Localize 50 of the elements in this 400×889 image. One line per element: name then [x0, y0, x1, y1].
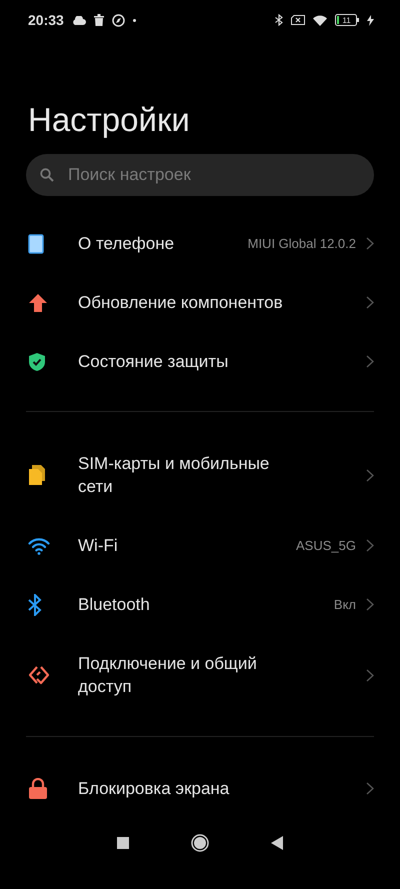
wifi-icon: [313, 14, 327, 26]
charging-icon: [367, 14, 374, 26]
compass-icon: [112, 14, 125, 26]
battery-icon: 11: [335, 14, 359, 26]
up-arrow-icon: [28, 292, 48, 312]
sim-cards-icon: [28, 464, 46, 486]
bluetooth-icon: [275, 14, 283, 26]
item-label: Подключение и общий доступ: [78, 653, 258, 698]
lock-icon: [28, 778, 48, 800]
bluetooth-icon: [28, 594, 42, 616]
dot-icon: [132, 18, 136, 22]
item-value: ASUS_5G: [296, 538, 356, 553]
cloud-icon: [72, 16, 86, 24]
settings-item[interactable]: Обновление компонентов: [0, 273, 400, 332]
settings-item[interactable]: Состояние защиты: [0, 332, 400, 391]
chevron-right-icon: [366, 468, 374, 482]
settings-item[interactable]: Блокировка экрана: [0, 759, 400, 817]
wifi-icon: [28, 536, 50, 554]
item-label: Обновление компонентов: [78, 292, 283, 314]
no-sim-icon: [291, 15, 305, 25]
settings-item[interactable]: SIM-карты и мобильные сети: [0, 434, 400, 516]
chevron-right-icon: [366, 355, 374, 368]
settings-item[interactable]: О телефоне MIUI Global 12.0.2: [0, 214, 400, 273]
settings-item[interactable]: Bluetooth Вкл: [0, 575, 400, 634]
item-value: Вкл: [334, 597, 356, 612]
item-value: MIUI Global 12.0.2: [248, 236, 356, 251]
chevron-right-icon: [366, 539, 374, 552]
phone-icon: [28, 234, 44, 254]
search-field[interactable]: Поиск настроек: [26, 154, 374, 196]
chevron-right-icon: [366, 782, 374, 795]
page-title: Настройки: [28, 100, 191, 140]
chevron-right-icon: [366, 598, 374, 611]
settings-item[interactable]: Подключение и общий доступ: [0, 634, 400, 716]
trash-icon: [94, 14, 104, 26]
chevron-right-icon: [366, 237, 374, 250]
search-icon: [40, 168, 54, 182]
connection-icon: [28, 664, 50, 686]
chevron-right-icon: [366, 296, 374, 309]
item-label: Wi-Fi: [78, 535, 118, 557]
item-label: Блокировка экрана: [78, 778, 230, 800]
status-time: 20:33: [28, 12, 64, 28]
back-button[interactable]: [271, 836, 283, 850]
item-label: Состояние защиты: [78, 351, 228, 373]
chevron-right-icon: [366, 668, 374, 682]
item-label: Bluetooth: [78, 594, 150, 616]
settings-item[interactable]: Wi-Fi ASUS_5G: [0, 516, 400, 575]
shield-icon: [28, 352, 46, 372]
home-button[interactable]: [191, 834, 209, 852]
item-label: SIM-карты и мобильные сети: [78, 453, 270, 498]
item-label: О телефоне: [78, 233, 174, 255]
